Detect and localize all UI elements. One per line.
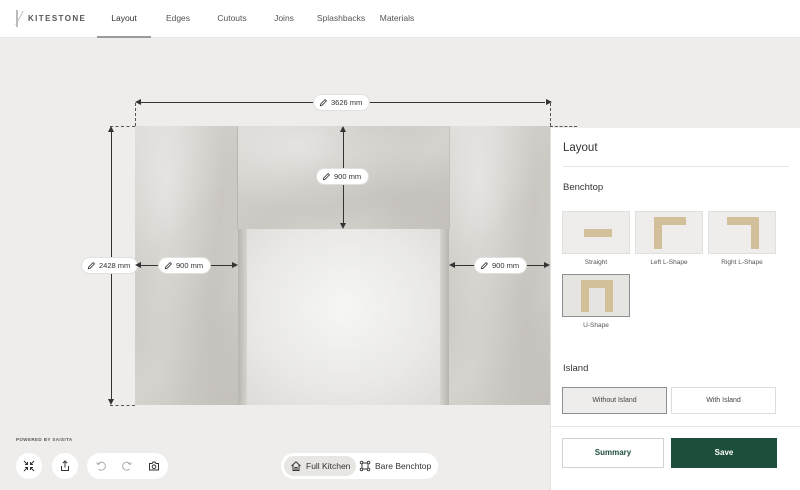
history-controls	[87, 453, 168, 479]
right-depth-arrow-left	[449, 262, 455, 268]
view-full-kitchen-label: Full Kitchen	[306, 461, 351, 471]
layout-panel: Layout Benchtop Straight Left L-Shape Ri…	[550, 128, 800, 490]
with-island-button[interactable]: With Island	[671, 387, 776, 414]
u-shape-right-leg	[605, 280, 613, 312]
width-extension-left	[135, 103, 136, 126]
straight-shape-icon	[584, 229, 612, 237]
width-extension-right	[550, 103, 551, 126]
right-depth-value: 900 mm	[492, 261, 520, 270]
fullscreen-button[interactable]	[16, 453, 42, 479]
overall-width-value: 3626 mm	[331, 98, 363, 107]
share-icon	[61, 460, 69, 471]
tab-splashbacks[interactable]: Splashbacks	[309, 0, 373, 38]
height-arrow-bottom	[108, 399, 114, 405]
width-arrow-right	[546, 99, 552, 105]
width-arrow-left	[135, 99, 141, 105]
save-button[interactable]: Save	[671, 438, 777, 468]
top-depth-arrow-top	[340, 126, 346, 132]
tab-joins[interactable]: Joins	[259, 0, 309, 38]
undo-button[interactable]	[88, 453, 114, 479]
left-depth-arrow-right	[232, 262, 238, 268]
left-l-shape-leg	[654, 217, 662, 249]
pencil-icon	[87, 261, 96, 270]
view-bare-benchtop-label: Bare Benchtop	[375, 461, 432, 471]
panel-footer-divider	[551, 426, 800, 427]
shape-option-left-l[interactable]	[635, 211, 703, 254]
right-l-shape-leg	[751, 217, 759, 249]
top-right-extension	[550, 126, 577, 127]
pencil-icon	[319, 98, 328, 107]
shape-option-straight[interactable]	[562, 211, 630, 254]
u-shape-left-leg	[581, 280, 589, 312]
shape-option-u[interactable]	[562, 274, 630, 317]
right-depth-label[interactable]: 900 mm	[475, 258, 527, 273]
panel-title: Layout	[563, 142, 598, 154]
summary-button[interactable]: Summary	[562, 438, 664, 468]
top-depth-label[interactable]: 900 mm	[317, 169, 369, 184]
shape-label-left-l: Left L-Shape	[650, 259, 688, 266]
height-extension-bottom	[110, 405, 135, 406]
left-leg-edge-shadow	[238, 229, 247, 405]
brand-name: KITESTONE	[28, 14, 87, 23]
tab-edges[interactable]: Edges	[151, 0, 205, 38]
tab-materials[interactable]: Materials	[373, 0, 421, 38]
overall-width-label[interactable]: 3626 mm	[314, 95, 370, 110]
share-button[interactable]	[52, 453, 78, 479]
collapse-arrows-icon	[23, 460, 35, 472]
join-seam-left	[237, 126, 238, 229]
left-depth-label[interactable]: 900 mm	[159, 258, 211, 273]
pencil-icon	[322, 172, 331, 181]
undo-icon	[96, 461, 106, 471]
overall-height-value: 2428 mm	[99, 261, 131, 270]
pencil-icon	[164, 261, 173, 270]
panel-divider	[563, 166, 789, 167]
left-depth-arrow-left	[135, 262, 141, 268]
shape-option-right-l[interactable]	[708, 211, 776, 254]
top-depth-value: 900 mm	[334, 172, 362, 181]
benchtop-frame-icon	[359, 460, 371, 472]
shape-label-u: U-Shape	[583, 322, 609, 329]
right-leg-edge-shadow	[440, 229, 449, 405]
powered-by-label: POWERED BY SAISITA	[16, 437, 73, 442]
view-toggle: Full Kitchen Bare Benchtop	[281, 453, 438, 479]
tab-layout[interactable]: Layout	[97, 0, 151, 38]
top-depth-arrow-bottom	[340, 223, 346, 229]
tab-cutouts[interactable]: Cutouts	[205, 0, 259, 38]
overall-height-label[interactable]: 2428 mm	[82, 258, 138, 273]
shape-label-right-l: Right L-Shape	[721, 259, 763, 266]
pencil-icon	[480, 261, 489, 270]
shape-label-straight: Straight	[584, 259, 608, 266]
app-header: KITESTONE Layout Edges Cutouts Joins Spl…	[0, 0, 800, 38]
height-arrow-top	[108, 126, 114, 132]
without-island-button[interactable]: Without Island	[562, 387, 667, 414]
island-section-title: Island	[563, 363, 589, 374]
view-bare-benchtop[interactable]: Bare Benchtop	[353, 456, 437, 476]
reset-view-button[interactable]	[141, 453, 167, 479]
join-seam-right	[449, 126, 450, 229]
camera-reset-icon	[149, 461, 159, 471]
brand-logo[interactable]: KITESTONE	[16, 10, 86, 27]
floor-area	[238, 229, 449, 405]
main-nav: Layout Edges Cutouts Joins Splashbacks M…	[97, 0, 421, 38]
logo-mark-icon	[16, 10, 25, 27]
left-depth-value: 900 mm	[176, 261, 204, 270]
view-full-kitchen[interactable]: Full Kitchen	[284, 456, 357, 476]
redo-button[interactable]	[114, 453, 140, 479]
benchtop-section-title: Benchtop	[563, 182, 604, 193]
redo-icon	[122, 461, 132, 471]
home-icon	[291, 461, 301, 471]
